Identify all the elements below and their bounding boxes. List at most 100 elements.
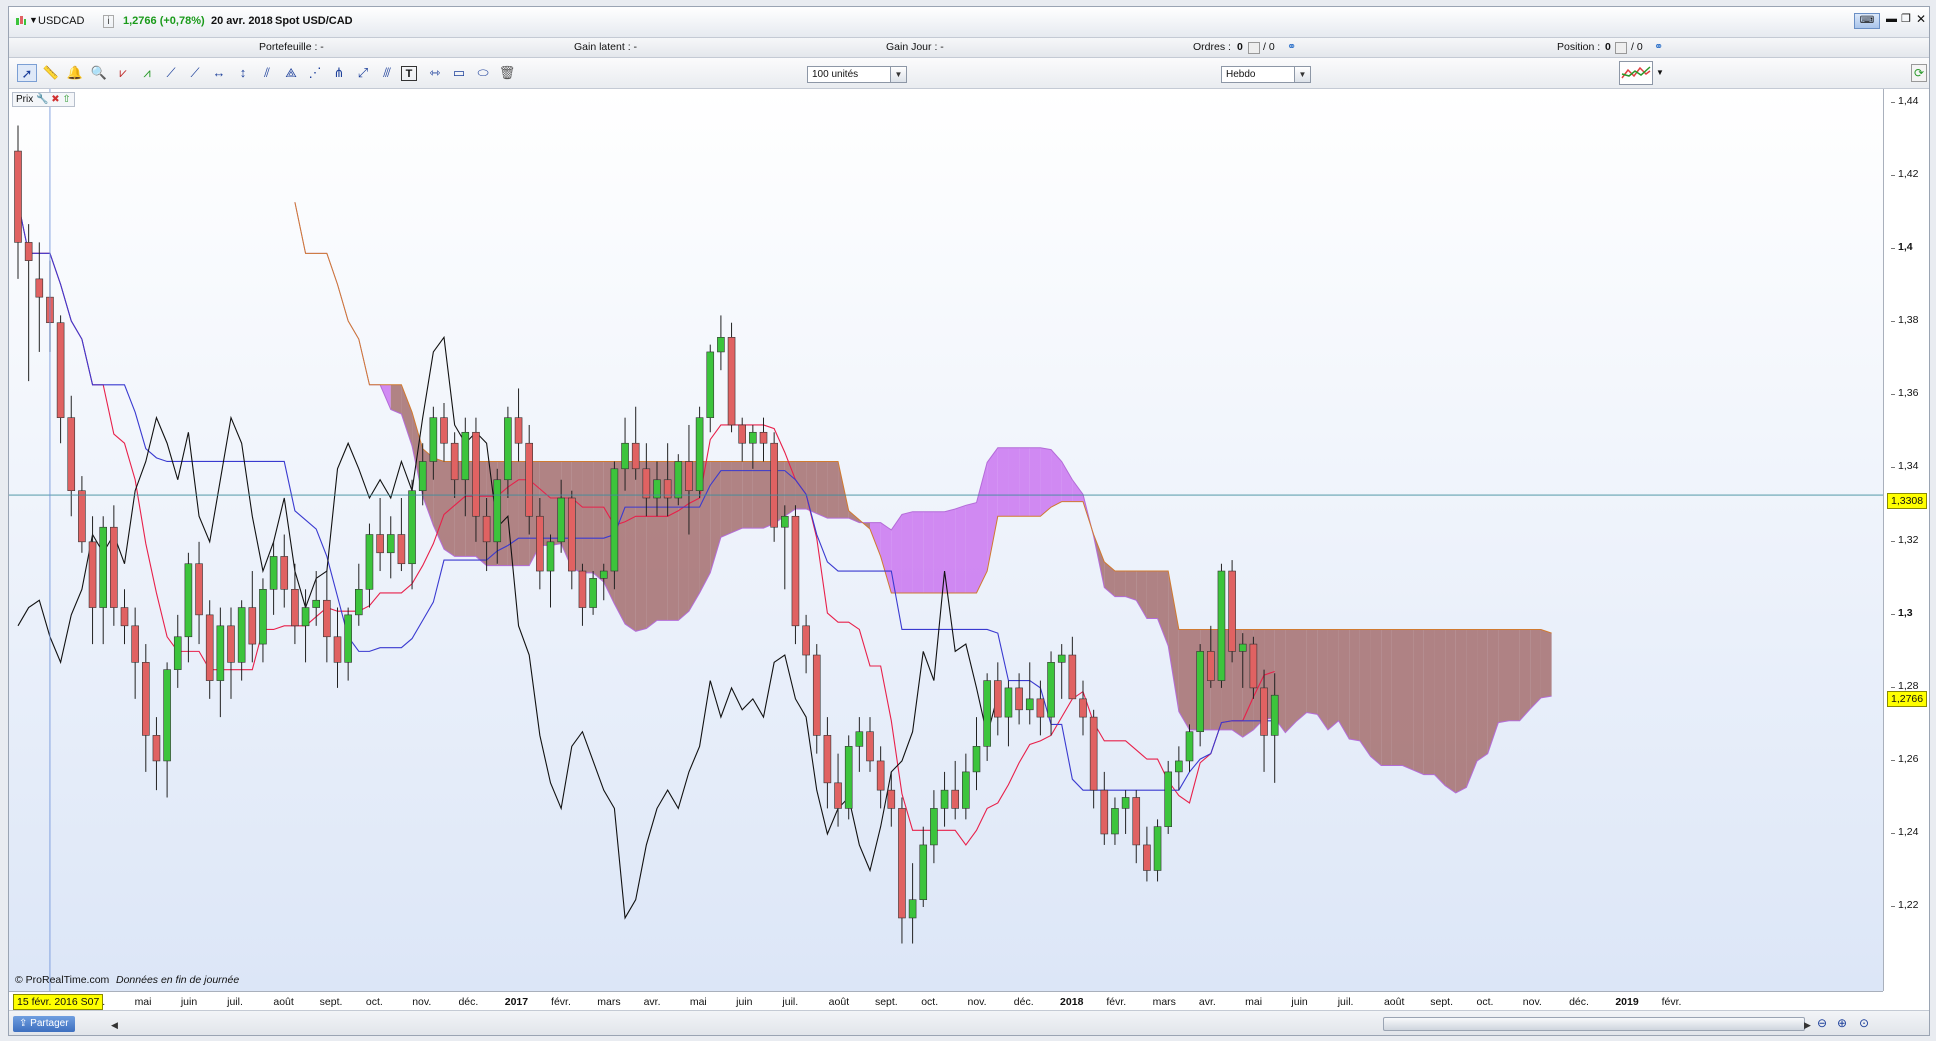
candle-down — [24, 242, 33, 261]
indicators-dropdown-icon[interactable]: ▼ — [1656, 68, 1664, 77]
time-tick-label: févr. — [551, 996, 571, 1008]
price-tick — [1891, 832, 1895, 834]
zoom-icon[interactable]: 🔍 — [89, 64, 109, 82]
line-icon[interactable]: ⟋ — [161, 64, 181, 82]
ichimoku-cloud-segment — [923, 511, 934, 593]
candle-up — [844, 746, 853, 809]
chart-type-icon[interactable] — [15, 15, 27, 27]
pitchfork-icon[interactable]: ⋔ — [329, 64, 349, 82]
price-tick — [1891, 905, 1895, 907]
price-panel-tab[interactable]: Prix 🔧 ✖ ⇧ — [12, 92, 75, 107]
trash-icon[interactable]: 🗑 — [497, 64, 517, 82]
position-link-icon[interactable]: ⚭ — [1654, 40, 1663, 53]
chevron-down-icon[interactable]: ▼ — [890, 67, 906, 82]
chart-canvas[interactable] — [9, 89, 1883, 991]
arrow-icon[interactable]: ⤢ — [353, 64, 373, 82]
ichimoku-cloud-segment — [593, 461, 604, 582]
chevron-down-icon[interactable]: ▼ — [1294, 67, 1310, 82]
candle-up — [344, 614, 352, 663]
candle-up — [354, 588, 363, 616]
crosshair-price-badge: 1,3308 — [1887, 493, 1928, 510]
restore-icon[interactable]: ❐ — [1901, 12, 1911, 25]
andrews-icon[interactable]: ⟁ — [281, 64, 301, 82]
trend-icon[interactable]: ⩘ — [137, 64, 157, 82]
candle-down — [759, 431, 768, 444]
time-tick-label: mars — [597, 996, 621, 1008]
move-panel-icon[interactable]: ⇧ — [62, 94, 70, 105]
time-tick-label: déc. — [1013, 996, 1034, 1008]
fibonacci-icon[interactable]: ⩗ — [113, 64, 133, 82]
symbol-label[interactable]: USDCAD — [38, 15, 84, 27]
gann-icon[interactable]: ⋰ — [305, 64, 325, 82]
alarm-icon[interactable]: 🔔 — [65, 64, 85, 82]
zoom-in-icon[interactable]: ⊕ — [1837, 1016, 1847, 1030]
cursor-icon[interactable]: ➚ — [17, 64, 37, 82]
measure-icon[interactable]: ⇿ — [425, 64, 445, 82]
ichimoku-cloud-segment — [1402, 629, 1414, 771]
candle-up — [1153, 826, 1162, 871]
candle-down — [631, 442, 640, 470]
candle-up — [365, 534, 374, 590]
channel-icon[interactable]: ⫽ — [257, 64, 277, 82]
share-button[interactable]: ⇪ Partager — [13, 1016, 75, 1032]
data-note: Données en fin de journée — [116, 974, 240, 986]
price-tick — [1891, 394, 1895, 396]
position-close-icon[interactable] — [1615, 42, 1627, 54]
fit-icon[interactable]: ⊙ — [1859, 1016, 1869, 1030]
ichimoku-cloud-segment — [912, 511, 924, 593]
ichimoku-cloud-segment — [1370, 629, 1382, 766]
text-icon[interactable]: T — [401, 66, 417, 81]
candle-down — [1132, 797, 1141, 846]
scroll-right-icon[interactable]: ▶ — [1804, 1020, 1811, 1031]
candle-up — [1004, 687, 1013, 718]
candle-up — [429, 417, 438, 462]
ellipse-icon[interactable]: ⬭ — [473, 64, 493, 82]
indicators-icon[interactable] — [1619, 61, 1653, 85]
candle-up — [418, 461, 427, 492]
close-icon[interactable]: ✕ — [1916, 12, 1926, 26]
rectangle-icon[interactable]: ▭ — [449, 64, 469, 82]
close-panel-icon[interactable]: ✖ — [51, 94, 59, 105]
parallel-icon[interactable]: ⫻ — [377, 64, 397, 82]
ichimoku-cloud-segment — [1498, 629, 1509, 723]
info-icon[interactable]: i — [103, 15, 114, 28]
price-tick — [1891, 175, 1895, 177]
h-line-icon[interactable]: ↔ — [209, 64, 229, 82]
quantity-select[interactable]: 100 unités ▼ — [807, 66, 907, 83]
price-tick — [1891, 540, 1895, 542]
candle-up — [1185, 731, 1194, 762]
wrench-icon[interactable]: 🔧 — [36, 94, 48, 105]
v-line-icon[interactable]: ↕ — [233, 64, 253, 82]
candle-down — [376, 534, 384, 554]
candle-up — [589, 578, 597, 608]
ichimoku-cloud-segment — [1146, 571, 1158, 619]
price-chart[interactable]: Prix 🔧 ✖ ⇧ © ProRealTime.com Données en … — [9, 89, 1883, 991]
orders-link-icon[interactable]: ⚭ — [1287, 40, 1296, 53]
ruler-icon[interactable]: 📏 — [41, 64, 61, 82]
keyboard-icon[interactable]: ⌨ — [1854, 13, 1880, 29]
candle-up — [461, 431, 470, 481]
candle-up — [674, 461, 683, 499]
candle-down — [812, 654, 821, 736]
candle-down — [323, 599, 331, 638]
quote-date: 20 avr. 2018 — [211, 15, 273, 27]
scroll-left-icon[interactable]: ◀ — [111, 1020, 118, 1031]
candle-down — [876, 760, 885, 791]
time-tick-label: oct. — [921, 996, 939, 1008]
candle-up — [1164, 771, 1172, 827]
ichimoku-cloud-segment — [1040, 447, 1052, 517]
period-select[interactable]: Hebdo ▼ — [1221, 66, 1311, 83]
candle-up — [962, 771, 970, 809]
candle-down — [450, 442, 459, 481]
candle-down — [1015, 687, 1023, 711]
minimize-icon[interactable]: ▬ — [1886, 13, 1897, 25]
time-scrollbar-thumb[interactable] — [1383, 1017, 1805, 1031]
candle-up — [312, 599, 321, 608]
orders-cancel-icon[interactable] — [1248, 42, 1260, 54]
candle-up — [717, 337, 725, 353]
symbol-dropdown-icon[interactable]: ▼ — [29, 15, 38, 25]
price-tick — [1891, 686, 1895, 688]
zoom-out-icon[interactable]: ⊖ — [1817, 1016, 1827, 1030]
refresh-icon[interactable]: ⟳ — [1911, 64, 1927, 82]
ray-icon[interactable]: ⟋ — [185, 64, 205, 82]
